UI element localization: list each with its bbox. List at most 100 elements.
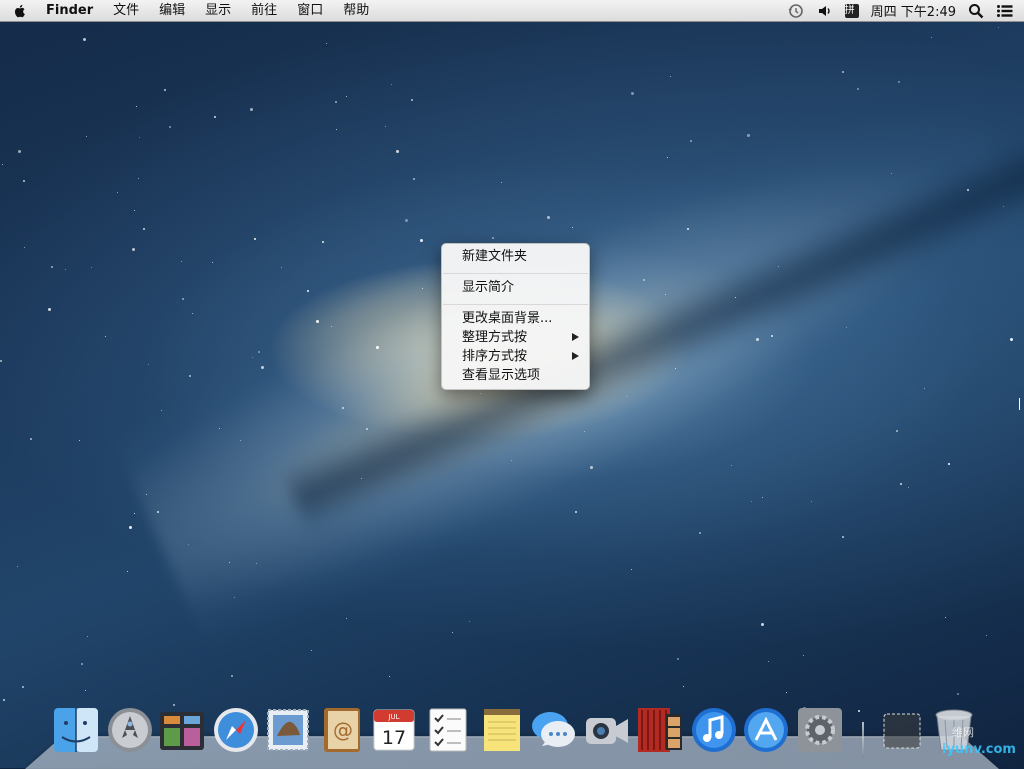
star — [735, 297, 736, 298]
star — [452, 632, 453, 633]
calendar-day-text: 17 — [382, 727, 406, 749]
apple-menu-icon[interactable] — [12, 3, 28, 19]
star — [138, 178, 139, 179]
notification-center-icon[interactable] — [996, 3, 1014, 19]
menu-edit[interactable]: 编辑 — [149, 0, 195, 21]
stack-icon[interactable] — [878, 706, 926, 754]
submenu-arrow-icon — [572, 352, 579, 360]
star — [1003, 206, 1004, 207]
menu-item-change-background[interactable]: 更改桌面背景... — [442, 309, 589, 328]
star — [900, 483, 902, 485]
star — [908, 487, 909, 488]
menu-item-show-view-options[interactable]: 查看显示选项 — [442, 366, 589, 385]
star — [281, 267, 282, 268]
star — [846, 327, 847, 328]
star — [480, 393, 481, 394]
star — [17, 566, 18, 567]
star — [85, 690, 86, 691]
photo-booth-icon[interactable] — [636, 706, 684, 754]
contacts-icon[interactable]: @ — [318, 706, 366, 754]
star — [81, 663, 83, 665]
star — [105, 336, 106, 337]
star — [229, 562, 230, 563]
star — [998, 27, 999, 28]
star — [134, 513, 135, 514]
spotlight-icon[interactable] — [968, 3, 984, 19]
star — [411, 99, 413, 101]
messages-icon[interactable] — [530, 706, 578, 754]
menu-view[interactable]: 显示 — [195, 0, 241, 21]
menu-window[interactable]: 窗口 — [287, 0, 333, 21]
safari-icon[interactable] — [212, 706, 260, 754]
star — [129, 526, 132, 529]
star — [675, 368, 676, 369]
star — [389, 676, 390, 677]
app-store-icon[interactable] — [742, 706, 790, 754]
star — [511, 460, 512, 461]
star — [346, 96, 347, 97]
star — [307, 290, 309, 292]
itunes-icon[interactable] — [690, 706, 738, 754]
finder-icon[interactable] — [52, 706, 100, 754]
star — [575, 511, 577, 513]
input-method-icon[interactable]: 拼 — [844, 3, 859, 18]
star — [161, 410, 162, 411]
star — [30, 438, 32, 440]
star — [857, 88, 859, 90]
star — [670, 76, 671, 77]
star — [181, 261, 182, 262]
star — [896, 430, 898, 432]
menu-item-new-folder[interactable]: 新建文件夹 — [442, 247, 589, 266]
menu-bar: Finder 文件 编辑 显示 前往 窗口 帮助 拼 周四 下午2:49 — [0, 0, 1024, 22]
star — [751, 501, 752, 502]
volume-icon[interactable] — [817, 3, 833, 19]
menu-item-get-info[interactable]: 显示简介 — [442, 278, 589, 297]
menu-app-name[interactable]: Finder — [42, 0, 103, 21]
star — [189, 375, 191, 377]
menu-go[interactable]: 前往 — [241, 0, 287, 21]
star — [931, 37, 932, 38]
star — [1010, 338, 1013, 341]
star — [677, 658, 679, 660]
star — [631, 569, 632, 570]
star — [898, 81, 900, 83]
star — [803, 655, 804, 656]
menu-item-sort-by[interactable]: 排序方式按 — [442, 347, 589, 366]
star — [0, 360, 2, 362]
star — [261, 366, 264, 369]
star — [322, 241, 324, 243]
star — [136, 106, 137, 107]
menu-clock[interactable]: 周四 下午2:49 — [871, 1, 956, 20]
star — [48, 308, 51, 311]
watermark-url: iyunv.com — [942, 742, 1016, 757]
star — [626, 396, 627, 397]
calendar-icon[interactable]: JUL 17 — [370, 706, 418, 754]
star — [164, 89, 166, 91]
reminders-icon[interactable] — [424, 706, 472, 754]
mission-control-icon[interactable] — [158, 706, 206, 754]
star — [385, 126, 386, 127]
launchpad-icon[interactable] — [106, 706, 154, 754]
system-preferences-icon[interactable] — [796, 706, 844, 754]
menu-separator — [443, 304, 588, 305]
star — [51, 266, 53, 268]
facetime-icon[interactable] — [584, 706, 632, 754]
mail-icon[interactable] — [264, 706, 312, 754]
time-machine-icon[interactable] — [787, 3, 805, 19]
notes-icon[interactable] — [478, 706, 526, 754]
star — [967, 189, 969, 191]
dock-separator — [862, 722, 864, 758]
star — [231, 675, 233, 677]
star — [469, 621, 470, 622]
menu-help[interactable]: 帮助 — [333, 0, 379, 21]
star — [2, 164, 3, 165]
star — [212, 262, 213, 263]
menu-file[interactable]: 文件 — [103, 0, 149, 21]
star — [134, 210, 135, 211]
star — [22, 686, 24, 688]
star — [986, 635, 987, 636]
menu-item-clean-up-by[interactable]: 整理方式按 — [442, 328, 589, 347]
star — [250, 108, 253, 111]
star — [584, 431, 585, 432]
star — [132, 248, 135, 251]
